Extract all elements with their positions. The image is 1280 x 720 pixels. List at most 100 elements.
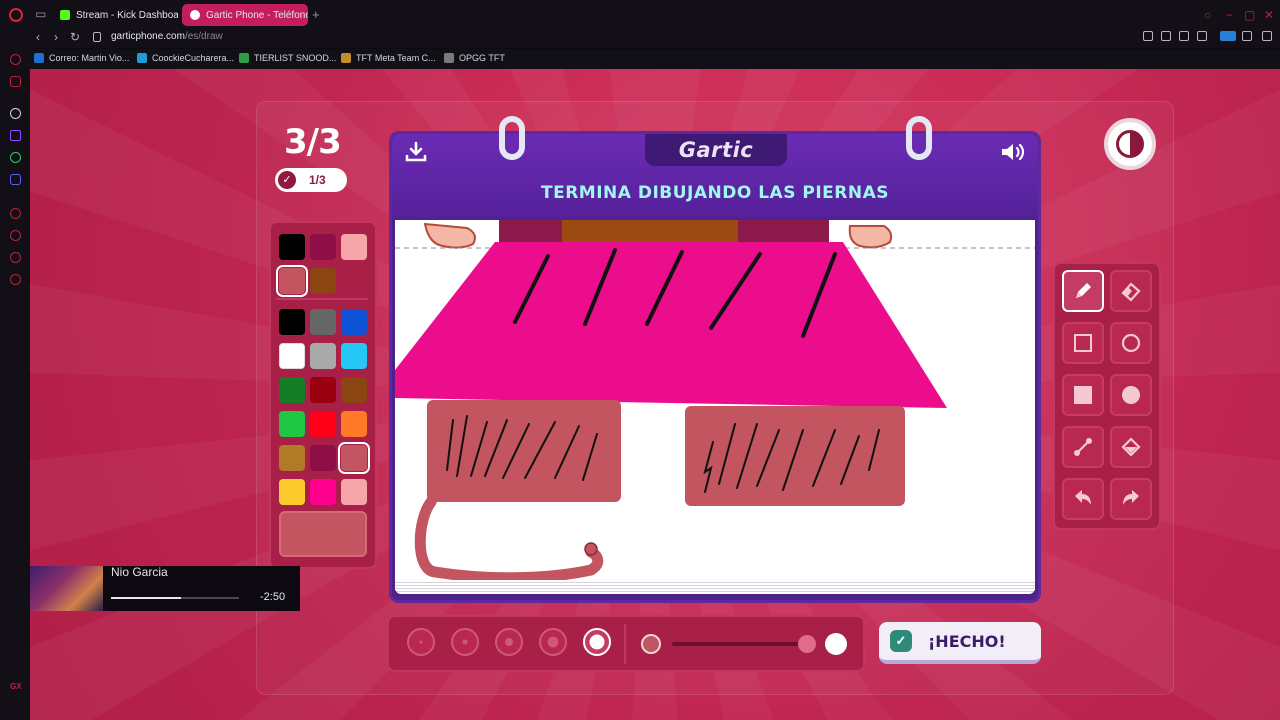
ellipse-filled-tool-button[interactable] [1110,374,1152,416]
line-tool-button[interactable] [1062,426,1104,468]
shield-icon[interactable] [1179,31,1189,41]
half-circle-icon [1116,130,1144,158]
size-dot [505,638,513,646]
bookmark-coockie[interactable]: CoockieCucharera... [137,53,234,63]
maximize-icon[interactable]: ▢ [1244,8,1255,22]
rectangle-outline-tool-button[interactable] [1062,322,1104,364]
opacity-slider-handle[interactable] [798,635,816,653]
bookmark-favicon-icon [444,53,454,63]
ellipse-outline-tool-button[interactable] [1110,322,1152,364]
tab-kick-dashboard[interactable]: Stream - Kick Dashboard [52,4,178,26]
workspace-icon[interactable] [10,76,21,87]
color-swatch[interactable] [279,309,305,335]
bookmark-tierlist[interactable]: TIERLIST SNOOD... [239,53,336,63]
size-dot [462,639,468,645]
opera-logo-icon[interactable] [9,8,23,22]
tab-list-icon[interactable]: ▭ [35,7,46,21]
bookmarks-icon[interactable] [10,208,21,219]
fill-bucket-tool-button[interactable] [1110,426,1152,468]
brush-size-4[interactable] [539,628,567,656]
forward-icon[interactable]: › [54,30,58,44]
color-swatch[interactable] [341,411,367,437]
rectangle-filled-tool-button[interactable] [1062,374,1104,416]
eraser-tool-button[interactable] [1110,270,1152,312]
color-swatch[interactable] [310,445,336,471]
color-swatch[interactable] [310,411,336,437]
color-swatch[interactable] [341,479,367,505]
back-icon[interactable]: ‹ [36,30,40,44]
color-swatch[interactable] [310,309,336,335]
media-progress-fill [111,597,181,599]
menu-icon[interactable] [1262,31,1272,41]
opacity-slider[interactable] [672,642,812,646]
twitch-icon[interactable] [10,130,21,141]
redo-icon [1123,490,1139,505]
history-icon[interactable] [10,230,21,241]
done-label: ¡HECHO! [928,631,1006,651]
pencil-tool-button[interactable] [1062,270,1104,312]
drawing-canvas[interactable] [395,220,1035,590]
download-drawing-icon[interactable] [404,140,428,164]
undo-button[interactable] [1062,478,1104,520]
browser-sidebar: GX [0,48,30,720]
task-prompt: TERMINA DIBUJANDO LAS PIERNAS [540,183,889,203]
color-swatch[interactable] [341,377,367,403]
recent-color-swatch[interactable] [310,268,336,294]
download-icon[interactable] [1242,31,1252,41]
minimize-icon[interactable]: − [1226,8,1233,22]
color-swatch[interactable] [279,445,305,471]
bookmarks-bar: Correo: Martin Vio... CoockieCucharera..… [30,49,1280,69]
done-button[interactable]: ✓ ¡HECHO! [879,622,1041,664]
bookmark-label: TIERLIST SNOOD... [254,53,337,63]
url-path: /es/draw [184,31,223,42]
tab-gartic-phone[interactable]: Gartic Phone - Teléfono De... [182,4,308,26]
bookmark-correo[interactable]: Correo: Martin Vio... [34,53,129,63]
color-swatch[interactable] [310,479,336,505]
discord-icon[interactable] [10,174,21,185]
color-swatch[interactable] [279,343,305,369]
brush-size-1[interactable] [407,628,435,656]
recent-color-swatch[interactable] [276,265,308,297]
color-swatch[interactable] [310,377,336,403]
volume-icon[interactable] [999,140,1027,164]
media-time-remaining: -2:50 [260,591,286,603]
brush-size-5[interactable] [583,628,611,656]
color-swatch[interactable] [338,442,370,474]
recent-color-swatch[interactable] [279,234,305,260]
heart-icon[interactable] [1197,31,1207,41]
bookmark-opgg[interactable]: OPGG TFT [444,53,505,63]
tab-label: Stream - Kick Dashboard [76,9,178,21]
vpn-icon[interactable] [1220,31,1236,41]
color-swatch[interactable] [279,411,305,437]
recent-color-swatch[interactable] [310,234,336,260]
settings-icon[interactable] [10,274,21,285]
brush-size-3[interactable] [495,628,523,656]
color-swatch[interactable] [341,309,367,335]
color-swatch[interactable] [279,377,305,403]
aria-icon[interactable] [10,54,21,65]
color-swatch[interactable] [279,479,305,505]
redo-button[interactable] [1110,478,1152,520]
gartic-logo: Gartic [678,138,754,162]
lock-icon[interactable] [93,32,101,42]
album-art [30,566,103,611]
pin-icon[interactable] [1143,31,1153,41]
snapshot-icon[interactable] [1161,31,1171,41]
brush-size-2[interactable] [451,628,479,656]
whatsapp-icon[interactable] [10,152,21,163]
kick-favicon-icon [60,10,70,20]
color-swatch[interactable] [341,343,367,369]
reload-icon[interactable]: ↻ [70,30,80,44]
search-icon[interactable]: ○ [1204,8,1211,22]
recent-color-swatch[interactable] [341,234,367,260]
color-swatch[interactable] [310,343,336,369]
extensions-icon[interactable] [10,252,21,263]
bookmark-tft-meta[interactable]: TFT Meta Team C... [341,53,436,63]
chatgpt-icon[interactable] [10,108,21,119]
new-tab-icon[interactable]: + [312,7,320,22]
gx-icon[interactable]: GX [10,682,22,691]
theme-toggle-button[interactable] [1104,118,1156,170]
close-icon[interactable]: ✕ [1264,8,1274,22]
url-field[interactable]: garticphone.com/es/draw [111,31,223,42]
sub-round-label: 1/3 [309,173,326,187]
